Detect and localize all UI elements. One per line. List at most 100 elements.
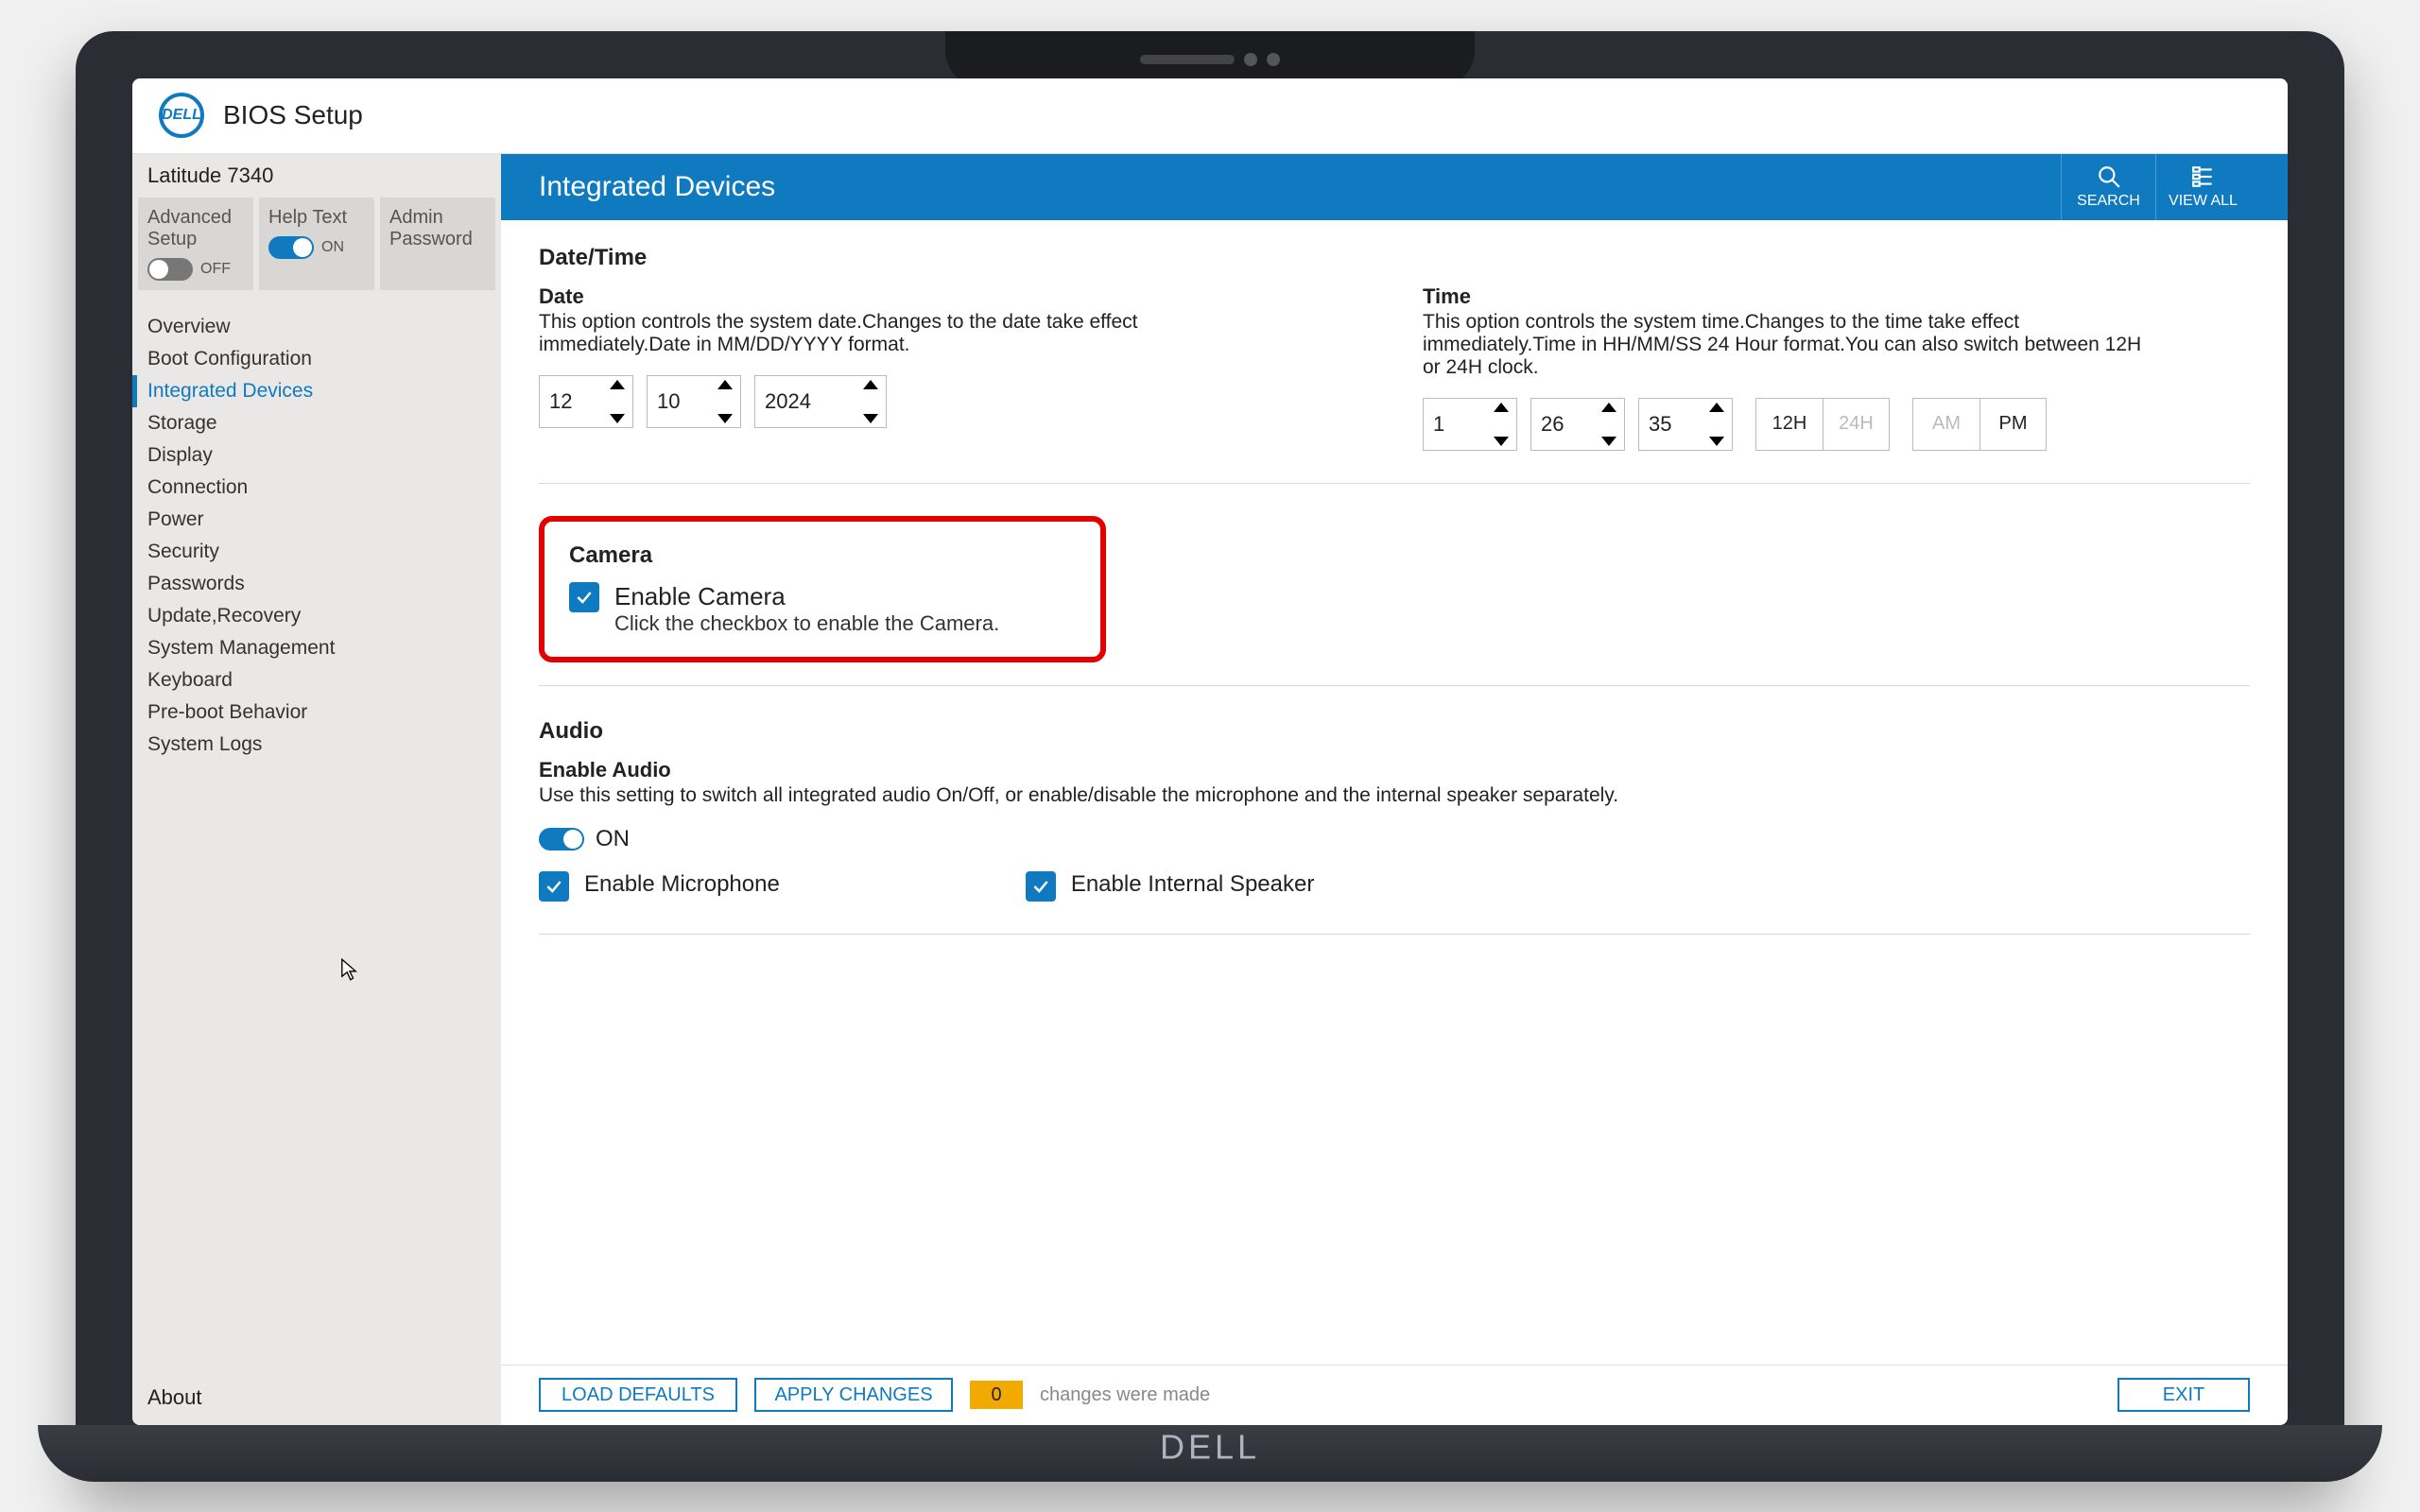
about-link[interactable]: About [132, 1370, 501, 1425]
changes-text: changes were made [1040, 1384, 1210, 1406]
nav-update-recovery[interactable]: Update,Recovery [132, 600, 501, 632]
time-second-spinner[interactable]: 35 [1638, 398, 1733, 451]
format-12h-button[interactable]: 12H [1756, 399, 1823, 450]
nav-passwords[interactable]: Passwords [132, 568, 501, 600]
enable-audio-toggle[interactable] [539, 828, 584, 850]
advanced-setup-toggle[interactable] [147, 258, 193, 281]
help-text-toggle[interactable] [268, 236, 314, 259]
arrow-up-icon[interactable] [1601, 403, 1616, 412]
date-day-value: 10 [657, 389, 680, 414]
titlebar: DELL BIOS Setup [132, 78, 2288, 154]
date-label: Date [539, 284, 1366, 309]
nav-connection[interactable]: Connection [132, 472, 501, 504]
camera-heading: Camera [569, 542, 1076, 569]
time-description: This option controls the system time.Cha… [1423, 311, 2160, 379]
content-area: Date/Time Date This option controls the … [501, 220, 2288, 1365]
date-month-value: 12 [549, 389, 572, 414]
help-text-card[interactable]: Help Text ON [259, 198, 374, 290]
enable-speaker-checkbox[interactable] [1026, 871, 1056, 902]
enable-camera-checkbox[interactable] [569, 582, 599, 612]
check-icon [1031, 877, 1050, 896]
arrow-down-icon[interactable] [1601, 437, 1616, 446]
nav-preboot-behavior[interactable]: Pre-boot Behavior [132, 696, 501, 729]
date-month-spinner[interactable]: 12 [539, 375, 633, 428]
nav-security[interactable]: Security [132, 536, 501, 568]
divider [539, 934, 2250, 935]
pm-button[interactable]: PM [1979, 399, 2046, 450]
date-column: Date This option controls the system dat… [539, 284, 1366, 451]
arrow-up-icon[interactable] [863, 380, 878, 389]
screen: DELL BIOS Setup Latitude 7340 Advanced S… [132, 78, 2288, 1425]
laptop-brand: DELL [1160, 1427, 1260, 1467]
page-header: Integrated Devices SEARCH VIEW ALL [501, 154, 2288, 220]
dell-logo-icon: DELL [159, 93, 204, 138]
time-label: Time [1423, 284, 2250, 309]
arrow-down-icon[interactable] [610, 414, 625, 423]
admin-password-label: Admin Password [389, 207, 486, 250]
arrow-down-icon[interactable] [863, 414, 878, 423]
search-button[interactable]: SEARCH [2061, 154, 2155, 220]
changes-count: 0 [970, 1381, 1023, 1409]
header-actions: SEARCH VIEW ALL [2061, 154, 2250, 220]
arrow-up-icon[interactable] [717, 380, 733, 389]
time-hour-value: 1 [1433, 412, 1444, 437]
nav-boot-configuration[interactable]: Boot Configuration [132, 343, 501, 375]
arrow-up-icon[interactable] [1494, 403, 1509, 412]
date-year-value: 2024 [765, 389, 811, 414]
ampm-segment: AM PM [1912, 398, 2047, 451]
advanced-setup-card[interactable]: Advanced Setup OFF [138, 198, 253, 290]
admin-password-card[interactable]: Admin Password [380, 198, 495, 290]
model-label: Latitude 7340 [132, 154, 501, 198]
enable-speaker-label: Enable Internal Speaker [1071, 871, 1315, 898]
footer-bar: LOAD DEFAULTS APPLY CHANGES 0 changes we… [501, 1365, 2288, 1425]
enable-camera-desc: Click the checkbox to enable the Camera. [614, 611, 999, 636]
advanced-setup-state: OFF [200, 261, 231, 278]
check-icon [544, 877, 563, 896]
arrow-down-icon[interactable] [1709, 437, 1724, 446]
clock-format-segment: 12H 24H [1755, 398, 1890, 451]
nav-power[interactable]: Power [132, 504, 501, 536]
nav-system-management[interactable]: System Management [132, 632, 501, 664]
laptop-base: DELL [38, 1425, 2382, 1482]
arrow-up-icon[interactable] [1709, 403, 1724, 412]
divider [539, 685, 2250, 686]
date-year-spinner[interactable]: 2024 [754, 375, 887, 428]
page-title: Integrated Devices [539, 171, 775, 203]
tree-icon [2191, 164, 2216, 189]
exit-button[interactable]: EXIT [2118, 1378, 2250, 1412]
enable-microphone-label: Enable Microphone [584, 871, 780, 898]
datetime-heading: Date/Time [539, 245, 2250, 271]
audio-heading: Audio [539, 718, 2250, 745]
arrow-down-icon[interactable] [717, 414, 733, 423]
cursor-icon [340, 957, 357, 982]
time-minute-spinner[interactable]: 26 [1530, 398, 1625, 451]
enable-microphone-checkbox[interactable] [539, 871, 569, 902]
view-all-button[interactable]: VIEW ALL [2155, 154, 2250, 220]
am-button[interactable]: AM [1913, 399, 1979, 450]
help-text-state: ON [321, 239, 344, 256]
enable-audio-state: ON [596, 826, 630, 852]
nav-storage[interactable]: Storage [132, 407, 501, 439]
apply-changes-button[interactable]: APPLY CHANGES [754, 1378, 953, 1412]
enable-camera-label: Enable Camera [614, 582, 999, 611]
sidebar-toggle-row: Advanced Setup OFF Help Text ON [132, 198, 501, 300]
date-description: This option controls the system date.Cha… [539, 311, 1276, 356]
time-minute-value: 26 [1541, 412, 1564, 437]
format-24h-button[interactable]: 24H [1823, 399, 1889, 450]
audio-description: Use this setting to switch all integrate… [539, 784, 1673, 807]
nav-keyboard[interactable]: Keyboard [132, 664, 501, 696]
time-hour-spinner[interactable]: 1 [1423, 398, 1517, 451]
enable-audio-subhead: Enable Audio [539, 758, 2250, 782]
nav-integrated-devices[interactable]: Integrated Devices [132, 375, 501, 407]
nav-overview[interactable]: Overview [132, 311, 501, 343]
time-column: Time This option controls the system tim… [1423, 284, 2250, 451]
divider [539, 483, 2250, 484]
search-label: SEARCH [2077, 193, 2140, 210]
arrow-up-icon[interactable] [610, 380, 625, 389]
nav-system-logs[interactable]: System Logs [132, 729, 501, 761]
load-defaults-button[interactable]: LOAD DEFAULTS [539, 1378, 737, 1412]
date-day-spinner[interactable]: 10 [647, 375, 741, 428]
laptop-frame: DELL BIOS Setup Latitude 7340 Advanced S… [76, 31, 2344, 1482]
nav-display[interactable]: Display [132, 439, 501, 472]
arrow-down-icon[interactable] [1494, 437, 1509, 446]
